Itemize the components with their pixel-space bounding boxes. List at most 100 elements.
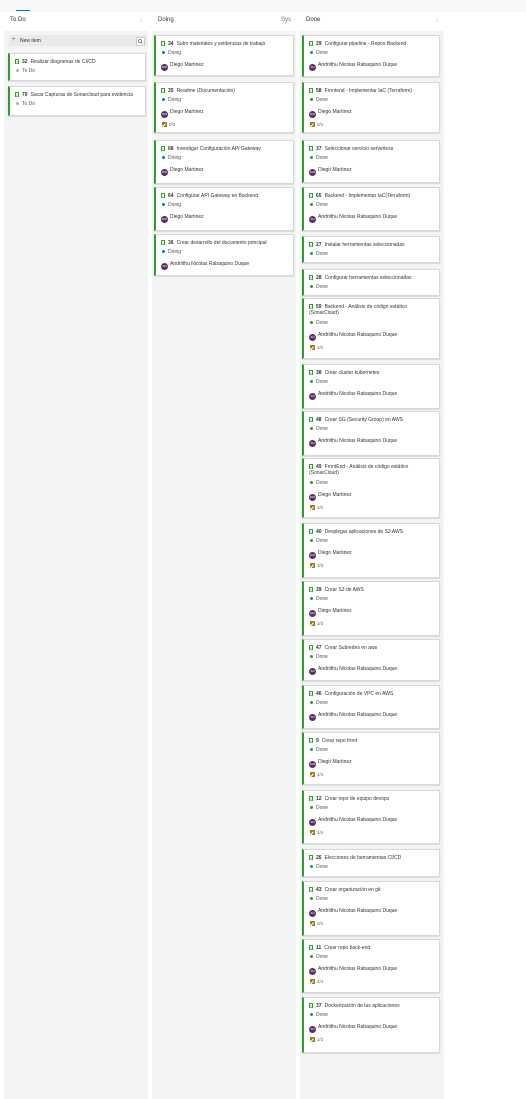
card-assignee[interactable]: DM Diego Martinez bbox=[309, 167, 352, 176]
work-item-card[interactable]: 37 Dockerización de las aplicaciones Done A… bbox=[302, 997, 440, 1053]
work-item-card[interactable]: 11 Crear repo back-end Done AN Andriithu Nic… bbox=[302, 939, 440, 993]
work-item-card[interactable]: 32 Realizar diagramas de CI/CD To Do bbox=[8, 53, 146, 81]
card-tasks[interactable]: 4/4 bbox=[310, 830, 323, 835]
card-tasks[interactable]: 3/3 bbox=[310, 563, 323, 568]
card-tasks[interactable]: 0/1 bbox=[310, 122, 323, 127]
card-assignee[interactable]: DM Diego Martinez bbox=[309, 492, 352, 501]
work-item-card[interactable]: 46 Configuración de VPC en AWS Done AN Andri… bbox=[302, 685, 440, 729]
work-item-card[interactable]: 70 Sacar Capturas de Sonarcloud para evid… bbox=[8, 86, 146, 116]
work-item-card[interactable]: 40 Desplegar aplicaciones de S3 AWS Done DM… bbox=[302, 523, 440, 578]
work-item-card[interactable]: 65 Backend - Implementar IaC(Terraform) Do… bbox=[302, 187, 440, 231]
card-assignee[interactable]: AN Andriithu Nicolas Rabaquino Duque bbox=[309, 817, 397, 826]
card-assignee[interactable]: DM Diego Martinez bbox=[309, 759, 352, 768]
work-item-card[interactable]: 28 Configurar herramientas seleccionadas D… bbox=[302, 269, 440, 296]
card-title-link[interactable]: Crear SG (Security Group) en AWS bbox=[325, 417, 403, 423]
card-tasks[interactable]: 4/4 bbox=[310, 772, 323, 777]
card-title-link[interactable]: Crear repo back-end bbox=[324, 945, 370, 951]
card-title-link[interactable]: Backend - Implementar IaC(Terraform) bbox=[325, 193, 411, 199]
card-title-link[interactable]: Seleccionar servicio serverless bbox=[325, 146, 394, 152]
card-tasks[interactable]: 3/3 bbox=[310, 621, 323, 626]
work-item-card[interactable]: 58 Frontend - Implementar IaC (Terraform)… bbox=[302, 82, 440, 133]
card-title-row: 38 Crear cluster kubernetes bbox=[309, 370, 436, 376]
card-state: Done bbox=[310, 50, 328, 56]
card-title-link[interactable]: Configuración de VPC en AWS bbox=[325, 691, 394, 697]
work-item-card[interactable]: 64 Configurar API Gateway en Backend Doing… bbox=[154, 187, 294, 231]
work-item-card[interactable]: 38 Crear cluster kubernetes Done AN Andriith… bbox=[302, 364, 440, 409]
card-title-link[interactable]: Configurar pipeline - Repos Backend bbox=[325, 41, 407, 47]
work-item-card[interactable]: 9 Crear repo front Done DM Diego Martinez 4/4 bbox=[302, 732, 440, 785]
column-todo bbox=[4, 31, 148, 1099]
work-item-card[interactable]: 26 Elecciones de herramientas CI/CD Done bbox=[302, 849, 440, 877]
card-title-link[interactable]: Investigar Configuración API Gateway bbox=[177, 146, 261, 152]
card-title-link[interactable]: Instalar herramientas seleccionadas bbox=[325, 242, 405, 248]
card-assignee[interactable]: AN Andriithu Nicolas Rabaquino Duque bbox=[309, 62, 397, 71]
work-item-card[interactable]: 12 Crear repo de equipo devops Done AN Andri… bbox=[302, 790, 440, 844]
card-title-link[interactable]: Crear repo de equipo devops bbox=[325, 796, 390, 802]
card-assignee[interactable]: AN Andriithu Nicolas Rabaquino Duque bbox=[309, 666, 397, 675]
card-assignee[interactable]: AN Andriithu Nicolas Rabaquino Duque bbox=[309, 391, 397, 400]
card-assignee[interactable]: AN Andriithu Nicolas Rabaquino Duque bbox=[309, 214, 397, 223]
work-item-card[interactable]: 68 Investigar Configuración API Gateway Do… bbox=[154, 140, 294, 184]
work-item-card[interactable]: 43 Crear organización en git Done AN Andriit… bbox=[302, 881, 440, 936]
card-assignee[interactable]: DM Diego Martinez bbox=[161, 214, 204, 223]
card-title-link[interactable]: Crear organización en git bbox=[325, 887, 381, 893]
collapse-chevron-icon[interactable]: ‹ bbox=[140, 18, 142, 24]
collapse-chevron-icon[interactable]: ‹ bbox=[436, 18, 438, 24]
new-item-button[interactable]: + New item bbox=[9, 35, 147, 46]
card-assignee[interactable]: DM Diego Martinez bbox=[309, 109, 352, 118]
card-title-link[interactable]: Crear cluster kubernetes bbox=[325, 370, 380, 376]
card-title-link[interactable]: Crear desarrollo del documento principal bbox=[177, 240, 267, 246]
card-assignee[interactable]: AN Andriithu Nicolas Rabaquino Duque bbox=[309, 332, 397, 341]
card-title-link[interactable]: Subir materiales y evidencias de trabajo bbox=[177, 41, 266, 47]
card-assignee[interactable]: AN Andriithu Nicolas Rabaquino Duque bbox=[161, 261, 249, 270]
column-header-todo: To Do ‹ bbox=[10, 15, 146, 27]
card-title-link[interactable]: Elecciones de herramientas CI/CD bbox=[325, 855, 402, 861]
card-assignee[interactable]: DM Diego Martinez bbox=[309, 550, 352, 559]
assignee-name: Andriithu Nicolas Rabaquino Duque bbox=[318, 908, 398, 914]
card-title-link[interactable]: Backend - Análisis de código estático (S… bbox=[309, 304, 407, 316]
card-assignee[interactable]: DM Diego Martinez bbox=[309, 608, 352, 617]
work-item-card[interactable]: 27 Instalar herramientas seleccionadas Don… bbox=[302, 236, 440, 263]
card-tasks[interactable]: 0/1 bbox=[310, 921, 323, 926]
card-assignee[interactable]: AN Andriithu Nicolas Rabaquino Duque bbox=[309, 438, 397, 447]
card-title-link[interactable]: Crear S3 de AWS bbox=[325, 587, 364, 593]
card-assignee[interactable]: AN Andriithu Nicolas Rabaquino Duque bbox=[309, 908, 397, 917]
work-item-card[interactable]: 35 Readme (Documentación) Doing DM Diego Mar… bbox=[154, 82, 294, 133]
card-title-link[interactable]: Configurar API Gateway en Backend bbox=[177, 193, 258, 199]
card-tasks[interactable]: 4/4 bbox=[310, 979, 323, 984]
card-assignee[interactable]: AN Andriithu Nicolas Rabaquino Duque bbox=[309, 1024, 397, 1033]
card-assignee[interactable]: AN Andriithu Nicolas Rabaquino Duque bbox=[309, 966, 397, 975]
card-title-link[interactable]: Crear Subredes en aws bbox=[325, 645, 378, 651]
work-item-card[interactable]: 48 Crear SG (Security Group) en AWS Done AN… bbox=[302, 411, 440, 456]
card-tasks[interactable]: 0/3 bbox=[162, 122, 175, 127]
card-assignee[interactable]: AN Andriithu Nicolas Rabaquino Duque bbox=[309, 712, 397, 721]
card-title-link[interactable]: Configurar herramientas seleccionadas bbox=[325, 275, 412, 281]
card-title-link[interactable]: Crear repo front bbox=[322, 738, 357, 744]
card-state: Done bbox=[310, 805, 328, 811]
search-icon[interactable] bbox=[136, 37, 145, 46]
work-item-card[interactable]: 47 Crear Subredes en aws Done AN Andriithu N… bbox=[302, 639, 440, 681]
assignee-name: Diego Martinez bbox=[318, 550, 352, 556]
card-tasks[interactable]: 2/2 bbox=[310, 505, 323, 510]
card-tasks[interactable]: 2/2 bbox=[310, 345, 323, 350]
card-title-link[interactable]: Frontend - Implementar IaC (Terraform) bbox=[325, 88, 413, 94]
card-title-link[interactable]: Dockerización de las aplicaciones bbox=[325, 1003, 400, 1009]
work-item-card[interactable]: 37 Seleccionar servicio serverless Done DM D… bbox=[302, 140, 440, 183]
card-title-link[interactable]: Sacar Capturas de Sonarcloud para eviden… bbox=[31, 92, 133, 98]
card-assignee[interactable]: DM Diego Martinez bbox=[161, 109, 204, 118]
work-item-card[interactable]: 59 Backend - Análisis de código estático … bbox=[302, 298, 440, 359]
card-assignee[interactable]: DM Diego Martinez bbox=[161, 167, 204, 176]
card-title-link[interactable]: Realizar diagramas de CI/CD bbox=[31, 59, 96, 65]
work-item-card[interactable]: 36 Crear desarrollo del documento princip… bbox=[154, 234, 294, 276]
card-state: Doing bbox=[162, 249, 181, 255]
card-tasks[interactable]: 2/2 bbox=[310, 1037, 323, 1042]
card-id: 26 bbox=[316, 855, 322, 861]
work-item-card[interactable]: 34 Subir materiales y evidencias de traba… bbox=[154, 35, 294, 76]
work-item-card[interactable]: 49 FrontEnd - Análisis de código estático… bbox=[302, 458, 440, 518]
card-title-link[interactable]: Readme (Documentación) bbox=[177, 88, 235, 94]
card-assignee[interactable]: DM Diego Martinez bbox=[161, 62, 204, 71]
card-title-link[interactable]: Desplegar aplicaciones de S3 AWS bbox=[325, 529, 403, 535]
card-title-link[interactable]: FrontEnd - Análisis de código estático (… bbox=[309, 464, 408, 476]
work-item-card[interactable]: 29 Configurar pipeline - Repos Backend Don… bbox=[302, 35, 440, 77]
work-item-card[interactable]: 39 Crear S3 de AWS Done DM Diego Martinez 3/3 bbox=[302, 581, 440, 636]
